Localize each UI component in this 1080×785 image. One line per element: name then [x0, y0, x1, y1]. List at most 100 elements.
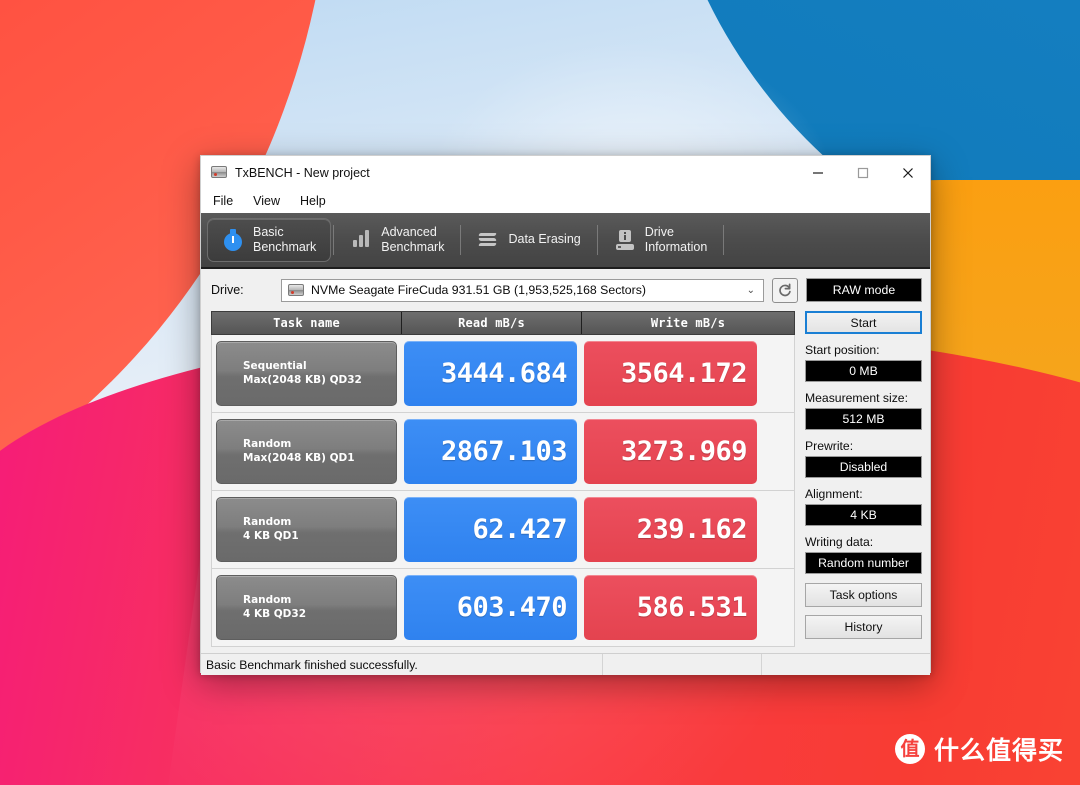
task-name-line2: Max(2048 KB) QD1	[243, 451, 355, 464]
task-cell: Sequential Max(2048 KB) QD32	[216, 341, 397, 406]
tab-divider	[460, 225, 462, 255]
start-button[interactable]: Start	[805, 311, 922, 334]
drive-label: Drive:	[211, 283, 244, 297]
drive-info-icon	[614, 228, 636, 252]
writing-data-value[interactable]: Random number	[805, 552, 922, 574]
bar-chart-icon	[350, 228, 372, 252]
task-name-line1: Random	[243, 437, 292, 450]
measurement-size-value[interactable]: 512 MB	[805, 408, 922, 430]
history-button[interactable]: History	[805, 615, 922, 639]
settings-sidebar: Start Start position: 0 MB Measurement s…	[805, 311, 922, 647]
app-drive-icon	[211, 165, 227, 180]
task-cell: Random Max(2048 KB) QD1	[216, 419, 397, 484]
tab-label-line2: Benchmark	[253, 240, 317, 254]
task-name-line2: 4 KB QD32	[243, 607, 307, 620]
window-body: Task name Read mB/s Write mB/s Sequentia…	[201, 311, 930, 647]
read-value: 62.427	[404, 497, 577, 562]
tab-label-line1: Advanced	[381, 224, 437, 239]
task-cell: Random 4 KB QD32	[216, 575, 397, 640]
status-message: Basic Benchmark finished successfully.	[201, 654, 603, 675]
start-position-value[interactable]: 0 MB	[805, 360, 922, 382]
drive-select[interactable]: NVMe Seagate FireCuda 931.51 GB (1,953,5…	[281, 278, 764, 302]
tab-divider	[333, 225, 335, 255]
start-position-label: Start position:	[805, 343, 880, 357]
results-header-row: Task name Read mB/s Write mB/s	[211, 311, 795, 335]
tab-data-erasing[interactable]: Data Erasing	[463, 218, 594, 262]
drive-bar: Drive: NVMe Seagate FireCuda 931.51 GB (…	[201, 269, 930, 311]
column-header-task-name: Task name	[273, 316, 340, 330]
tab-divider	[596, 225, 598, 255]
task-name-box[interactable]: Random 4 KB QD1	[216, 497, 397, 562]
stopwatch-icon	[222, 228, 244, 252]
measurement-size-label: Measurement size:	[805, 391, 908, 405]
task-cell: Random 4 KB QD1	[216, 497, 397, 562]
menu-item-view[interactable]: View	[253, 194, 280, 208]
task-name-line2: Max(2048 KB) QD32	[243, 373, 362, 386]
column-header-read: Read mB/s	[401, 312, 581, 334]
desktop: TxBENCH - New project File View Help Bas…	[0, 0, 1080, 785]
refresh-button[interactable]	[772, 277, 798, 303]
tab-divider	[723, 225, 725, 255]
writing-data-label: Writing data:	[805, 535, 874, 549]
status-pane-2	[603, 654, 762, 675]
table-row: Random 4 KB QD32 603.470 586.531	[211, 569, 795, 647]
window-title: TxBENCH - New project	[235, 165, 370, 180]
task-name-box[interactable]: Random Max(2048 KB) QD1	[216, 419, 397, 484]
column-header-write: Write mB/s	[581, 312, 794, 334]
watermark-text: 什么值得买	[933, 736, 1064, 765]
tab-label-line1: Drive	[644, 224, 674, 239]
write-value: 239.162	[584, 497, 757, 562]
write-value: 3273.969	[584, 419, 757, 484]
status-pane-3	[762, 654, 930, 675]
task-name-line1: Sequential	[243, 359, 307, 372]
tab-basic-benchmark[interactable]: Basic Benchmark	[207, 218, 332, 262]
eraser-icon	[477, 228, 499, 252]
tab-strip: Basic Benchmark Advanced Benchmark Data …	[201, 213, 930, 269]
txbench-window: TxBENCH - New project File View Help Bas…	[200, 155, 931, 675]
maximize-icon[interactable]	[840, 156, 885, 189]
tab-label-line1: Data Erasing	[508, 232, 581, 247]
prewrite-value[interactable]: Disabled	[805, 456, 922, 478]
watermark: 值 什么值得买	[894, 731, 1064, 767]
tab-drive-information[interactable]: Drive Information	[600, 218, 722, 262]
read-value: 603.470	[404, 575, 577, 640]
task-name-box[interactable]: Random 4 KB QD32	[216, 575, 397, 640]
drive-select-value: NVMe Seagate FireCuda 931.51 GB (1,953,5…	[311, 283, 646, 297]
task-name-box[interactable]: Sequential Max(2048 KB) QD32	[216, 341, 397, 406]
tab-advanced-benchmark-label: Advanced Benchmark	[381, 225, 444, 256]
task-name-line2: 4 KB QD1	[243, 529, 299, 542]
table-row: Random Max(2048 KB) QD1 2867.103 3273.96…	[211, 413, 795, 491]
tab-basic-benchmark-label: Basic Benchmark	[253, 225, 316, 256]
close-icon[interactable]	[885, 156, 930, 189]
raw-mode-button[interactable]: RAW mode	[806, 278, 922, 302]
tab-data-erasing-label: Data Erasing	[508, 232, 580, 247]
tab-label-line2: Information	[644, 240, 708, 254]
watermark-logo-icon: 值	[894, 734, 925, 764]
tab-advanced-benchmark[interactable]: Advanced Benchmark	[336, 218, 458, 262]
menu-item-file[interactable]: File	[213, 194, 233, 208]
write-value: 586.531	[584, 575, 757, 640]
tab-drive-information-label: Drive Information	[645, 225, 708, 256]
table-row: Random 4 KB QD1 62.427 239.162	[211, 491, 795, 569]
results-table: Task name Read mB/s Write mB/s Sequentia…	[211, 311, 795, 647]
window-titlebar: TxBENCH - New project	[201, 156, 930, 189]
task-name-line1: Random	[243, 515, 292, 528]
minimize-icon[interactable]	[795, 156, 840, 189]
menu-bar: File View Help	[201, 189, 930, 213]
menu-item-help[interactable]: Help	[300, 194, 326, 208]
task-options-button[interactable]: Task options	[805, 583, 922, 607]
chevron-down-icon: ⌄	[746, 284, 755, 296]
read-value: 2867.103	[404, 419, 577, 484]
alignment-value[interactable]: 4 KB	[805, 504, 922, 526]
table-row: Sequential Max(2048 KB) QD32 3444.684 35…	[211, 335, 795, 413]
drive-icon	[288, 284, 304, 296]
prewrite-label: Prewrite:	[805, 439, 854, 453]
tab-label-line2: Benchmark	[381, 240, 445, 254]
alignment-label: Alignment:	[805, 487, 863, 501]
status-bar: Basic Benchmark finished successfully.	[201, 653, 930, 675]
read-value: 3444.684	[404, 341, 577, 406]
write-value: 3564.172	[584, 341, 757, 406]
task-name-line1: Random	[243, 593, 292, 606]
refresh-icon	[779, 283, 791, 297]
window-controls	[795, 156, 930, 189]
